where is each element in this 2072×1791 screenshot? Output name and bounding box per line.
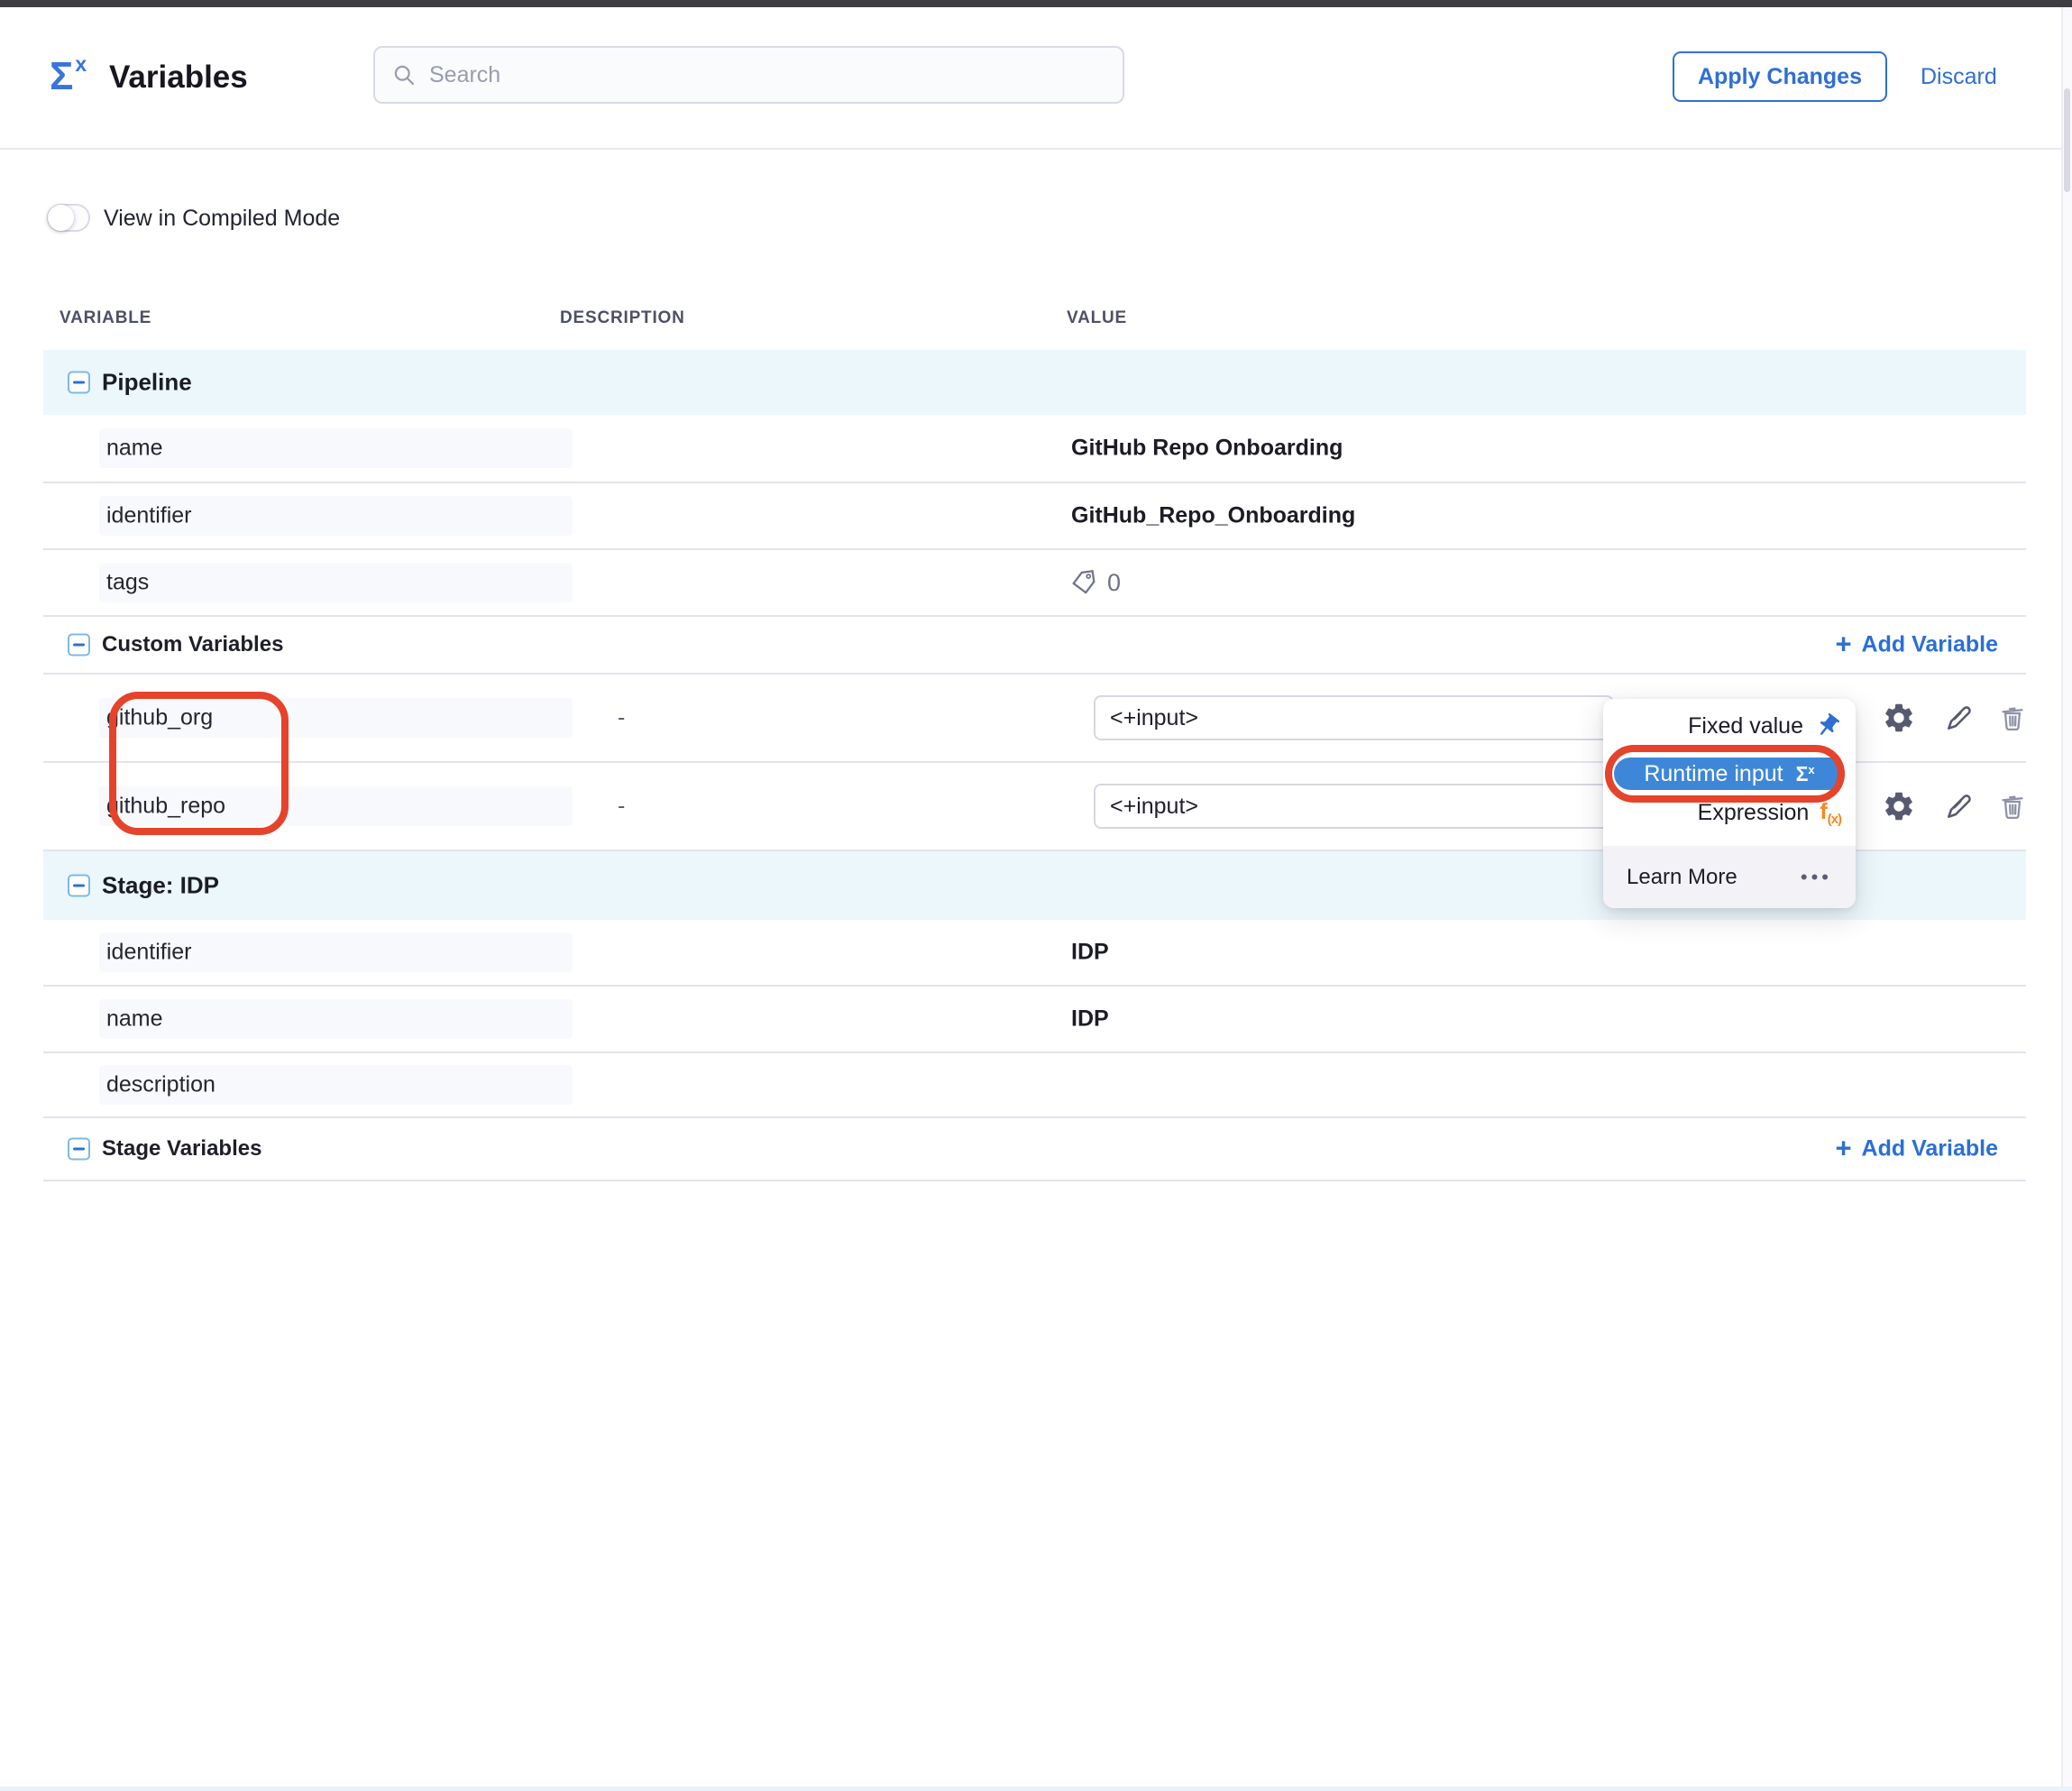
delete-trash-icon[interactable]	[1997, 703, 2028, 733]
value-input-github-repo[interactable]: <+input>	[1094, 784, 1614, 829]
row-label: github_repo	[106, 794, 225, 820]
edit-pencil-icon[interactable]	[1943, 702, 1976, 734]
collapse-icon[interactable]	[68, 372, 90, 394]
table-row-pipeline-tags: tags 0	[43, 550, 2026, 617]
collapse-icon[interactable]	[68, 634, 90, 657]
discard-button[interactable]: Discard	[1921, 51, 1997, 102]
section-header-stage-variables: Stage Variables + Add Variable	[43, 1118, 2026, 1181]
pin-icon	[1814, 712, 1841, 739]
label-pill	[99, 428, 573, 468]
add-variable-button[interactable]: + Add Variable	[1835, 1136, 1998, 1162]
row-label: name	[106, 436, 163, 462]
row-label: name	[106, 1006, 163, 1033]
settings-gear-icon[interactable]	[1882, 789, 1916, 823]
page-title: Variables	[109, 60, 248, 96]
search-box[interactable]	[373, 46, 1124, 104]
panel-header: Σx Variables Apply Changes Discard	[0, 7, 2072, 150]
row-label: identifier	[106, 940, 192, 966]
scrollbar-track[interactable]	[2061, 7, 2072, 1791]
scrollbar-thumb[interactable]	[2064, 88, 2070, 192]
row-description: -	[618, 705, 625, 731]
learn-more-link[interactable]: Learn More	[1627, 865, 1737, 890]
label-pill	[99, 999, 573, 1039]
row-description: -	[618, 794, 625, 820]
plus-icon: +	[1835, 629, 1851, 657]
column-header-value: VALUE	[1067, 308, 1127, 328]
apply-changes-button[interactable]: Apply Changes	[1673, 51, 1887, 102]
table-row-stage-description: description	[43, 1053, 2026, 1118]
table-row-stage-identifier: identifier IDP	[43, 920, 2026, 987]
search-icon	[391, 62, 417, 87]
collapse-icon[interactable]	[68, 1138, 90, 1161]
section-header-custom-variables: Custom Variables + Add Variable	[43, 617, 2026, 675]
section-header-pipeline: Pipeline	[43, 350, 2026, 415]
plus-icon: +	[1835, 1134, 1851, 1162]
section-title: Stage: IDP	[102, 872, 219, 900]
row-value: GitHub_Repo_Onboarding	[1071, 503, 1355, 529]
column-header-description: DESCRIPTION	[560, 308, 685, 328]
value-input-github-org[interactable]: <+input>	[1094, 695, 1614, 740]
label-pill	[99, 563, 573, 602]
table-row-pipeline-name: name GitHub Repo Onboarding	[43, 415, 2026, 483]
menu-item-fixed-value[interactable]: Fixed value	[1603, 708, 1856, 744]
section-title: Pipeline	[102, 369, 192, 397]
tags-value: 0	[1069, 568, 1121, 597]
section-title: Stage Variables	[102, 1136, 261, 1162]
row-value: IDP	[1071, 940, 1109, 966]
row-label: description	[106, 1072, 215, 1098]
compiled-mode-toggle[interactable]	[47, 204, 90, 232]
menu-footer: Learn More •••	[1603, 846, 1856, 908]
ellipsis-icon[interactable]: •••	[1801, 866, 1832, 889]
compiled-mode-label: View in Compiled Mode	[104, 206, 340, 232]
tags-count: 0	[1107, 569, 1121, 597]
search-input[interactable]	[429, 62, 1106, 88]
tag-icon	[1069, 568, 1098, 597]
row-label: github_org	[106, 705, 213, 731]
table-row-pipeline-identifier: identifier GitHub_Repo_Onboarding	[43, 483, 2026, 550]
section-title: Custom Variables	[102, 632, 283, 657]
row-label: identifier	[106, 503, 192, 529]
menu-item-runtime-input[interactable]: Runtime input Σx	[1614, 758, 1845, 790]
delete-trash-icon[interactable]	[1997, 791, 2028, 822]
add-variable-button[interactable]: + Add Variable	[1835, 632, 1998, 658]
runtime-input-sigma-icon: Σx	[50, 54, 87, 96]
collapse-icon[interactable]	[68, 875, 90, 897]
row-label: tags	[106, 570, 149, 596]
row-value: GitHub Repo Onboarding	[1071, 436, 1343, 462]
next-section-edge	[0, 1786, 2072, 1791]
row-value: IDP	[1071, 1006, 1109, 1033]
settings-gear-icon[interactable]	[1882, 701, 1916, 735]
sigma-icon: Σx	[1796, 762, 1815, 786]
menu-item-expression[interactable]: Expression f(x)	[1603, 794, 1856, 831]
window-top-bar	[0, 0, 2072, 7]
fx-icon: f(x)	[1820, 799, 1841, 827]
table-row-stage-name: name IDP	[43, 987, 2026, 1053]
edit-pencil-icon[interactable]	[1943, 790, 1976, 822]
variables-panel: Σx Variables Apply Changes Discard View …	[0, 0, 2072, 1791]
toggle-knob	[48, 205, 74, 231]
value-type-menu: Fixed value Runtime input Σx Expression …	[1603, 699, 1856, 908]
column-header-variable: VARIABLE	[60, 308, 151, 328]
